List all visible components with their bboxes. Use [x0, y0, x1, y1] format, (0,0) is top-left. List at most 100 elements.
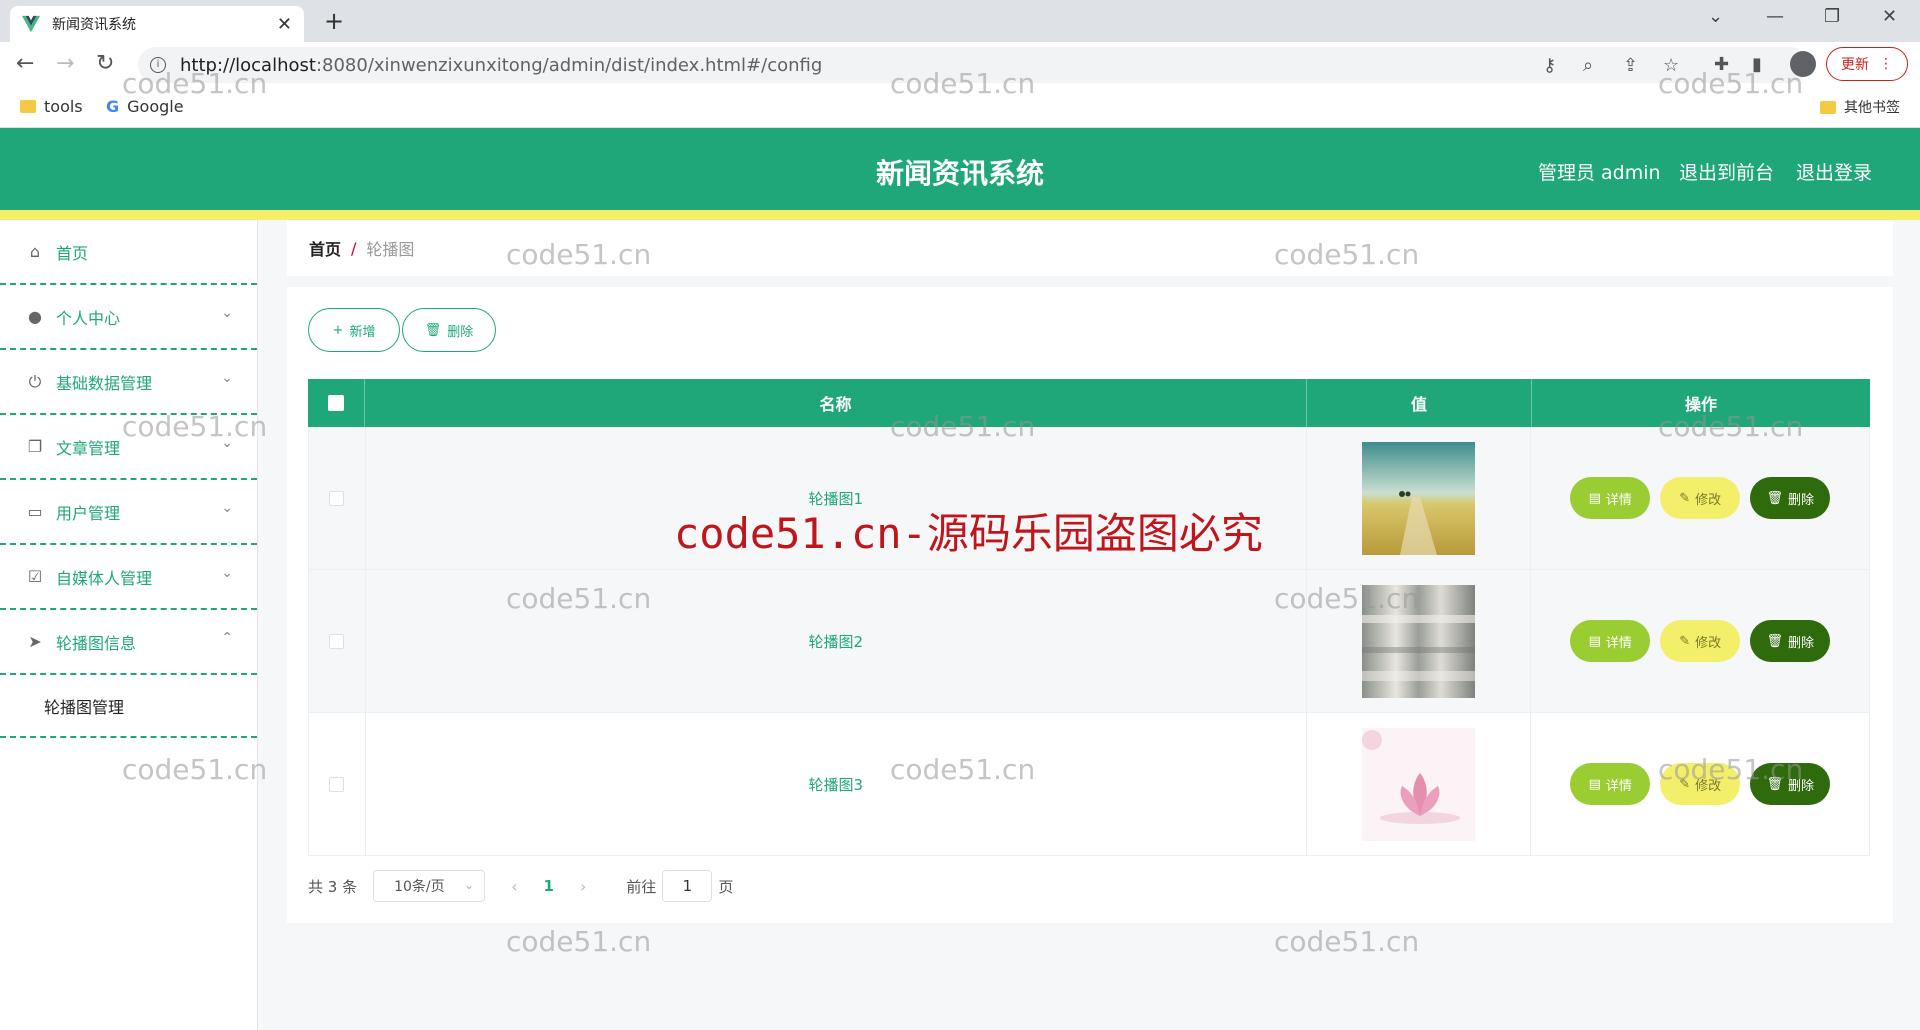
page-size-value: 10条/页 [394, 879, 445, 895]
checkbox-icon: ☑ [27, 567, 43, 586]
update-button[interactable]: 更新 ⋮ [1826, 47, 1908, 81]
actions-cell: ▤ 详情 ✎ 修改 🗑 删除 [1531, 713, 1869, 855]
pencil-icon: ✎ [1679, 776, 1691, 792]
sidebar-subitem-carousel-manage[interactable]: 轮播图管理 [0, 675, 257, 738]
delete-label: 删除 [1787, 635, 1814, 651]
star-icon[interactable]: ☆ [1663, 55, 1679, 76]
url-text: http://localhost:8080/xinwenzixunxitong/… [180, 54, 823, 76]
extensions-icon[interactable]: ✚ [1714, 54, 1729, 75]
actions-cell: ▤ 详情 ✎ 修改 🗑 删除 [1531, 570, 1869, 712]
detail-button[interactable]: ▤ 详情 [1570, 620, 1651, 662]
edit-label: 修改 [1695, 635, 1722, 651]
sidebar-item-label: 文章管理 [56, 438, 121, 458]
reload-icon[interactable]: ↻ [96, 52, 114, 76]
share-icon[interactable]: ⇪ [1623, 55, 1638, 76]
bookmark-tools[interactable]: tools [20, 97, 83, 116]
forward-icon[interactable]: → [56, 52, 74, 76]
sidepanel-icon[interactable]: ▮ [1752, 54, 1762, 75]
name-cell: 轮播图1 [366, 427, 1307, 569]
table-row: 轮播图1 ▤ 详情 ✎ 修改 🗑 删除 [308, 427, 1870, 570]
tab-search-icon[interactable]: ⌄ [1708, 6, 1723, 27]
edit-button[interactable]: ✎ 修改 [1660, 477, 1741, 519]
breadcrumb-home[interactable]: 首页 [309, 236, 341, 260]
back-icon[interactable]: ← [16, 52, 34, 76]
data-table: 名称 值 操作 轮播图1 ▤ 详情 ✎ 修改 🗑 删除 轮播图2 ▤ 详情 ✎ … [308, 379, 1870, 856]
row-name: 轮播图3 [808, 775, 864, 794]
sidebar-item-label: 自媒体人管理 [56, 568, 153, 588]
delete-button[interactable]: 🗑 删除 [1750, 763, 1831, 805]
row-select-cell [309, 713, 366, 855]
edit-button[interactable]: ✎ 修改 [1660, 763, 1741, 805]
sidebar-item-label: 个人中心 [56, 308, 121, 328]
detail-button[interactable]: ▤ 详情 [1570, 763, 1651, 805]
select-all-checkbox[interactable] [328, 395, 344, 411]
page-number[interactable]: 1 [544, 877, 554, 895]
sidebar-item-basic-data[interactable]: ⏻ 基础数据管理 ⌄ [0, 350, 257, 415]
sidebar-item-carousel[interactable]: ➤ 轮播图信息 ⌃ [0, 610, 257, 675]
edit-button[interactable]: ✎ 修改 [1660, 620, 1741, 662]
chevron-up-icon: ⌃ [221, 630, 233, 646]
table-header: 名称 值 操作 [308, 379, 1870, 427]
restore-icon[interactable]: ❐ [1824, 6, 1840, 27]
pager-total: 共 3 条 [308, 877, 358, 896]
more-menu-icon: ⋮ [1879, 56, 1893, 72]
prev-page-icon[interactable]: ‹ [511, 877, 517, 896]
row-name: 轮播图2 [808, 632, 864, 651]
url-bar[interactable]: i http://localhost:8080/xinwenzixunxiton… [138, 47, 1808, 83]
watermark: code51.cn [1274, 925, 1420, 958]
delete-button[interactable]: 🗑 删除 [1750, 620, 1831, 662]
zoom-icon[interactable]: ⌕ [1583, 55, 1593, 76]
logout-link[interactable]: 退出登录 [1796, 158, 1872, 185]
sidebar-item-media[interactable]: ☑ 自媒体人管理 ⌄ [0, 545, 257, 610]
detail-label: 详情 [1605, 635, 1632, 651]
goto-prefix: 前往 [626, 877, 657, 896]
next-page-icon[interactable]: › [580, 877, 586, 896]
folder-icon [1820, 100, 1836, 114]
exit-to-front-link[interactable]: 退出到前台 [1679, 158, 1774, 185]
profile-avatar-icon[interactable] [1790, 51, 1816, 77]
current-user: 管理员 admin [1538, 162, 1661, 184]
edit-label: 修改 [1695, 778, 1722, 794]
row-name: 轮播图1 [808, 489, 864, 508]
plus-icon: + [332, 322, 344, 338]
sidebar-item-users[interactable]: ▭ 用户管理 ⌄ [0, 480, 257, 545]
vue-logo-icon [22, 15, 40, 33]
tab-title: 新闻资讯系统 [52, 17, 136, 33]
sidebar-item-label: 基础数据管理 [56, 373, 153, 393]
sidebar-item-home[interactable]: ⌂ 首页 [0, 220, 257, 285]
bookmark-google[interactable]: G Google [106, 97, 184, 116]
watermark: code51.cn [506, 925, 652, 958]
minimize-icon[interactable]: — [1766, 6, 1784, 27]
trash-icon: 🗑 [424, 322, 442, 338]
tab-close-icon[interactable]: ✕ [277, 14, 292, 35]
new-tab-icon[interactable]: + [324, 8, 344, 34]
goto-page-input[interactable]: 1 [662, 870, 713, 902]
edit-label: 修改 [1695, 492, 1722, 508]
row-checkbox[interactable] [329, 490, 345, 506]
delete-button[interactable]: 🗑 删除 [1750, 477, 1831, 519]
row-checkbox[interactable] [329, 633, 345, 649]
row-checkbox[interactable] [329, 776, 345, 792]
name-cell: 轮播图3 [366, 713, 1307, 855]
header-accent-line [0, 210, 1920, 220]
trash-icon: 🗑 [1766, 490, 1783, 506]
other-bookmarks[interactable]: 其他书签 [1820, 97, 1900, 117]
sidebar-item-articles[interactable]: ❐ 文章管理 ⌄ [0, 415, 257, 480]
sidebar-item-personal[interactable]: ● 个人中心 ⌄ [0, 285, 257, 350]
breadcrumb: 首页 / 轮播图 [287, 220, 1893, 276]
page-size-select[interactable]: 10条/页 ⌄ [373, 870, 486, 902]
detail-button[interactable]: ▤ 详情 [1570, 477, 1651, 519]
batch-delete-button[interactable]: 🗑 删除 [402, 308, 496, 352]
name-cell: 轮播图2 [366, 570, 1307, 712]
browser-tab[interactable]: 新闻资讯系统 ✕ [10, 6, 304, 42]
key-icon[interactable]: ⚷ [1543, 55, 1556, 76]
actions-cell: ▤ 详情 ✎ 修改 🗑 删除 [1531, 427, 1869, 569]
site-info-icon[interactable]: i [150, 57, 166, 73]
chevron-down-icon: ⌄ [221, 370, 233, 386]
pencil-icon: ✎ [1679, 633, 1691, 649]
trash-icon: 🗑 [1766, 633, 1783, 649]
row-select-cell [309, 570, 366, 712]
close-window-icon[interactable]: ✕ [1882, 6, 1897, 27]
add-button[interactable]: + 新增 [308, 308, 400, 352]
sidebar-subitem-label: 轮播图管理 [44, 697, 125, 717]
